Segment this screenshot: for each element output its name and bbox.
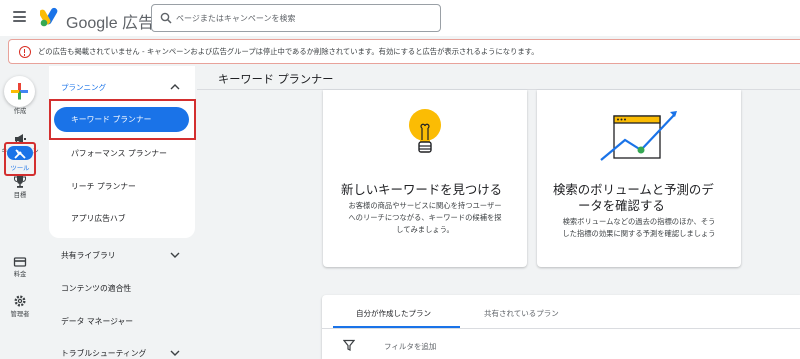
lightbulb-icon [409, 109, 441, 153]
trophy-icon[interactable] [13, 175, 27, 189]
filter-icon[interactable] [343, 339, 355, 351]
nav-section-content-suitability[interactable]: コンテンツの適合性 [61, 283, 131, 294]
rail-label-create[interactable]: 作成 [0, 108, 40, 116]
nav-item-performance-planner[interactable]: パフォーマンス プランナー [71, 148, 167, 159]
tab-my-plans[interactable]: 自分が作成したプラン [356, 308, 431, 319]
card-discover-keywords[interactable]: 新しいキーワードを見つける お客様の商品やサービスに関心を持つユーザー へのリー… [323, 90, 527, 267]
card-title: 新しいキーワードを見つける [341, 182, 503, 197]
tools-icon [14, 149, 26, 159]
search-icon [160, 12, 172, 24]
add-filter-button[interactable]: フィルタを追加 [384, 341, 436, 352]
card-desc-line: 検索ボリュームなどの過去の指標のほか、そう [562, 217, 716, 226]
chevron-down-icon[interactable] [169, 348, 181, 358]
nav-section-planning[interactable]: プランニング [61, 82, 106, 93]
card-title-line: 検索のボリュームと予測のデ [553, 182, 714, 197]
card-search-volume-forecasts[interactable]: 検索のボリュームと予測のデ ータを確認する 検索ボリュームなどの過去の指標のほか… [537, 90, 741, 267]
rail-label-admin[interactable]: 管理者 [0, 311, 40, 319]
card-desc-line: した指標の効果に関する予測を確認しましょう [562, 229, 716, 238]
rail-label-billing[interactable]: 料金 [0, 271, 40, 279]
card-title-line: ータを確認する [578, 198, 665, 213]
google-ads-logo[interactable] [40, 7, 62, 27]
error-outline-icon [19, 46, 31, 58]
chevron-down-icon[interactable] [169, 250, 181, 260]
chevron-up-icon[interactable] [169, 82, 181, 92]
nav-section-data-manager[interactable]: データ マネージャー [61, 316, 133, 327]
warning-message: どの広告も掲載されていません - キャンペーンおよび広告グループは停止中であるか… [38, 47, 539, 56]
page-title: キーワード プランナー [218, 73, 334, 86]
nav-section-troubleshooting[interactable]: トラブルシューティング [61, 348, 146, 359]
nav-section-shared-library[interactable]: 共有ライブラリ [61, 250, 116, 261]
tab-shared-plans[interactable]: 共有されているプラン [484, 308, 559, 319]
card-desc-line: へのリーチにつながる、キーワードの候補を探 [348, 213, 502, 222]
top-app-bar: Google 広告 [0, 0, 800, 36]
card-desc-line: お客様の商品やサービスに関心を持つユーザー [348, 201, 502, 210]
card-desc-line: してみましょう。 [396, 225, 454, 234]
search-input[interactable] [176, 8, 431, 28]
rail-label-goals[interactable]: 目標 [0, 192, 40, 200]
trend-chart-icon [600, 111, 677, 161]
plus-icon [11, 83, 28, 100]
rail-item-tools[interactable] [7, 146, 33, 160]
gear-icon[interactable] [13, 294, 27, 308]
tabs-divider [322, 328, 800, 329]
nav-item-keyword-planner[interactable]: キーワード プランナー [54, 107, 189, 132]
warning-banner: どの広告も掲載されていません - キャンペーンおよび広告グループは停止中であるか… [8, 39, 800, 64]
create-button[interactable] [4, 76, 35, 107]
brand-title: Google 広告 [66, 15, 155, 32]
credit-card-icon[interactable] [13, 255, 27, 269]
nav-item-reach-planner[interactable]: リーチ プランナー [71, 181, 136, 192]
nav-item-app-ads-hub[interactable]: アプリ広告ハブ [71, 213, 126, 224]
hamburger-menu-icon[interactable] [13, 11, 26, 22]
rail-label-tools[interactable]: ツール [0, 165, 40, 173]
search-box[interactable] [151, 4, 441, 32]
